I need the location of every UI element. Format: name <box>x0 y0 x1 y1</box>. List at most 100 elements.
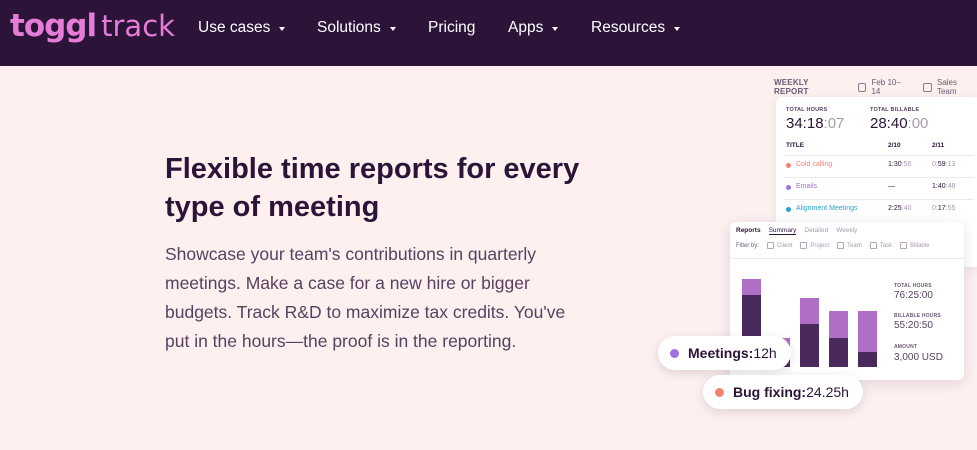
billable-icon <box>900 242 908 249</box>
filter-project[interactable]: Project <box>800 242 829 249</box>
cell-bold: 59 <box>937 161 946 168</box>
table-row[interactable]: Cold calling 1:30:56 0:59:13 <box>784 155 974 175</box>
logo-wordmark-track: track <box>101 9 175 43</box>
stat-total-hours-value: 76:25:00 <box>894 290 933 301</box>
project-icon <box>800 242 808 249</box>
weekly-report-team: Sales Team <box>936 78 957 96</box>
filter-by-label: Filter by: <box>736 242 760 249</box>
bar <box>829 311 848 367</box>
nav-use-cases-label: Use cases <box>198 19 271 36</box>
nav-resources[interactable]: Resources <box>591 18 681 38</box>
calendar-icon <box>857 82 867 92</box>
chevron-down-icon <box>674 26 681 31</box>
bug-fixing-value: 24.25h <box>806 384 849 400</box>
stat-billable-hours-label: BILLABLE HOURS <box>894 313 941 319</box>
tab-weekly[interactable]: Weekly <box>836 227 857 235</box>
meetings-label: Meetings: <box>688 345 754 361</box>
filter-client-label: Client <box>777 242 793 249</box>
cell-main: 1:40 <box>932 183 946 190</box>
tab-reports[interactable]: Reports <box>736 227 761 235</box>
filter-client[interactable]: Client <box>767 242 792 249</box>
weekly-report-date-range: Feb 10–14 <box>871 78 901 96</box>
nav-solutions[interactable]: Solutions <box>317 18 396 38</box>
hero-description-line-2: meetings. Make a case for a new hire or … <box>165 273 530 293</box>
row-cell-date-2: 0:17:55 <box>932 205 955 212</box>
tab-summary[interactable]: Summary <box>768 227 797 235</box>
filter-bar: Filter by: Client Project Team Task Bill… <box>736 242 929 249</box>
cell-seconds: :48 <box>945 183 956 190</box>
chevron-down-icon <box>279 26 286 31</box>
nav-use-cases[interactable]: Use cases <box>198 18 286 38</box>
cell-seconds: :40 <box>901 205 912 212</box>
top-nav: toggl track Use cases Solutions Pricing … <box>0 0 977 66</box>
bar-segment-bottom <box>800 324 819 367</box>
filter-task[interactable]: Task <box>869 242 893 249</box>
table-row[interactable]: Alignment Meetings 2:25:40 0:17:55 <box>784 199 974 219</box>
nav-apps-label: Apps <box>508 19 544 36</box>
cell-main: 1:30 <box>888 161 902 168</box>
meetings-value: 12h <box>753 345 777 361</box>
hero-headline-line-2: type of meeting <box>165 191 380 223</box>
cell-seconds: :56 <box>901 161 912 168</box>
hero-headline: Flexible time reports for every type of … <box>165 150 635 226</box>
total-billable-seconds: :00 <box>907 115 929 132</box>
cell-main: — <box>888 183 895 190</box>
total-hours-main: 34:18 <box>786 115 824 132</box>
cell-bold: 17 <box>937 205 946 212</box>
column-date-1-header: 2/10 <box>888 142 901 149</box>
client-icon <box>767 242 775 249</box>
stat-amount-label: AMOUNT <box>894 344 918 350</box>
hero-description: Showcase your team's contributions in qu… <box>165 240 595 356</box>
row-title: Alignment Meetings <box>796 205 858 212</box>
hero-description-line-1: Showcase your team's contributions in qu… <box>165 244 537 264</box>
hero-headline-line-1: Flexible time reports for every <box>165 153 580 185</box>
bug-fixing-label: Bug fixing: <box>733 384 807 400</box>
total-hours-value: 34:18:07 <box>786 115 844 132</box>
total-billable-label: TOTAL BILLABLE <box>870 107 920 113</box>
project-color-dot <box>786 163 791 168</box>
total-billable-value: 28:40:00 <box>870 115 928 132</box>
nav-solutions-label: Solutions <box>317 19 381 36</box>
toggl-track-logo[interactable]: toggl track <box>10 8 175 44</box>
team-icon <box>923 82 932 92</box>
filter-team-label: Team <box>847 242 862 249</box>
cell-seconds: :55 <box>945 205 956 212</box>
cell-main: 2:25 <box>888 205 902 212</box>
row-cell-date-1: — <box>888 183 895 190</box>
total-hours-seconds: :07 <box>823 115 845 132</box>
total-hours-label: TOTAL HOURS <box>786 107 828 113</box>
row-title: Emails <box>796 183 818 190</box>
bar-segment-top <box>742 279 761 295</box>
bar-segment-top <box>858 311 877 352</box>
filter-team[interactable]: Team <box>837 242 862 249</box>
table-row[interactable]: Emails — 1:40:48 <box>784 177 974 197</box>
cell-seconds: :13 <box>945 161 956 168</box>
filter-billable[interactable]: Billable <box>900 242 929 249</box>
tab-detailed[interactable]: Detailed <box>804 227 828 235</box>
row-cell-date-1: 2:25:40 <box>888 205 911 212</box>
bar-segment-top <box>800 298 819 324</box>
weekly-report-header: WEEKLY REPORT Feb 10–14 Sales Team <box>774 78 977 96</box>
stat-billable-hours-value: 55:20:50 <box>894 320 933 331</box>
column-title-header: TITLE <box>786 142 805 149</box>
bug-fixing-tag-pill: Bug fixing: 24.25h <box>703 375 863 409</box>
row-cell-date-2: 1:40:48 <box>932 183 955 190</box>
stat-total-hours-label: TOTAL HOURS <box>894 283 932 289</box>
bar <box>800 298 819 367</box>
filter-project-label: Project <box>810 242 830 249</box>
filter-billable-label: Billable <box>910 242 930 249</box>
logo-wordmark-toggl: toggl <box>10 8 97 44</box>
project-color-dot <box>786 185 791 190</box>
weekly-report-title: WEEKLY REPORT <box>774 78 809 96</box>
nav-apps[interactable]: Apps <box>508 18 559 38</box>
row-title: Cold calling <box>796 161 833 168</box>
project-color-dot <box>786 207 791 212</box>
nav-pricing[interactable]: Pricing <box>428 18 475 38</box>
stat-amount-value: 3,000 USD <box>894 352 943 363</box>
total-billable-main: 28:40 <box>870 115 908 132</box>
filter-task-label: Task <box>879 242 893 249</box>
task-icon <box>869 242 877 249</box>
chevron-down-icon <box>552 26 559 31</box>
hero-description-line-3: budgets. Track R&D to maximize tax credi… <box>165 302 566 322</box>
nav-resources-label: Resources <box>591 19 666 36</box>
